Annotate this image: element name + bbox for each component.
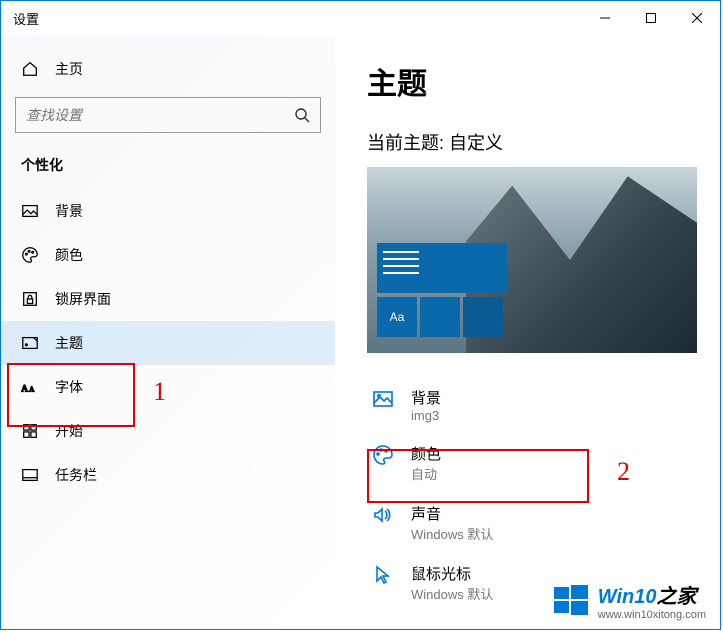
option-value: Windows 默认 xyxy=(411,524,493,543)
image-icon xyxy=(21,202,39,220)
maximize-button[interactable] xyxy=(628,1,674,35)
font-icon: AA xyxy=(21,378,39,396)
body: 主页 个性化 背景 颜色 xyxy=(1,35,720,629)
minimize-button[interactable] xyxy=(582,1,628,35)
content-area: 主题 当前主题: 自定义 Aa xyxy=(335,35,720,629)
preview-tile-aa: Aa xyxy=(377,297,417,337)
sidebar-item-colors[interactable]: 颜色 xyxy=(1,233,335,277)
current-theme-label: 当前主题: 自定义 xyxy=(367,129,720,155)
option-value: 自动 xyxy=(411,464,441,483)
watermark: Win10之家 www.win10xitong.com xyxy=(552,580,706,621)
settings-window: 设置 主页 xyxy=(0,0,721,630)
palette-icon xyxy=(21,246,39,264)
sidebar: 主页 个性化 背景 颜色 xyxy=(1,35,335,629)
nav-label: 主题 xyxy=(55,333,83,353)
sidebar-item-start[interactable]: 开始 xyxy=(1,409,335,453)
windows-logo-icon xyxy=(552,582,590,620)
nav-label: 锁屏界面 xyxy=(55,289,111,309)
nav-label: 开始 xyxy=(55,421,83,441)
taskbar-icon xyxy=(21,466,39,484)
theme-option-color[interactable]: 颜色 自动 xyxy=(367,433,677,493)
theme-preview[interactable]: Aa xyxy=(367,167,697,353)
option-label: 声音 xyxy=(411,503,493,524)
window-controls xyxy=(582,1,720,35)
search-box[interactable] xyxy=(15,97,321,133)
home-link[interactable]: 主页 xyxy=(1,49,335,89)
sidebar-item-background[interactable]: 背景 xyxy=(1,189,335,233)
nav-label: 背景 xyxy=(55,201,83,221)
titlebar: 设置 xyxy=(1,1,720,35)
close-button[interactable] xyxy=(674,1,720,35)
nav-label: 字体 xyxy=(55,377,83,397)
cursor-icon xyxy=(371,563,395,587)
start-icon xyxy=(21,422,39,440)
option-label: 鼠标光标 xyxy=(411,563,493,584)
svg-text:A: A xyxy=(21,384,29,395)
sidebar-item-fonts[interactable]: AA 字体 xyxy=(1,365,335,409)
nav-label: 颜色 xyxy=(55,245,83,265)
theme-option-sound[interactable]: 声音 Windows 默认 xyxy=(367,493,677,553)
theme-option-background[interactable]: 背景 img3 xyxy=(367,377,677,433)
preview-start-menu: Aa xyxy=(377,243,507,343)
lockscreen-icon xyxy=(21,290,39,308)
image-icon xyxy=(371,387,395,411)
sidebar-item-taskbar[interactable]: 任务栏 xyxy=(1,453,335,497)
home-icon xyxy=(21,60,39,78)
sidebar-item-themes[interactable]: 主题 xyxy=(1,321,335,365)
search-input[interactable] xyxy=(26,107,294,123)
window-title: 设置 xyxy=(1,9,39,28)
annotation-number-1: 1 xyxy=(153,377,166,407)
preview-tile-grid xyxy=(420,297,460,337)
home-label: 主页 xyxy=(55,59,83,79)
sidebar-item-lockscreen[interactable]: 锁屏界面 xyxy=(1,277,335,321)
svg-text:A: A xyxy=(29,386,35,394)
watermark-url: www.win10xitong.com xyxy=(598,609,706,621)
page-title: 主题 xyxy=(367,59,720,103)
option-label: 颜色 xyxy=(411,443,441,464)
nav-label: 任务栏 xyxy=(55,465,97,485)
theme-icon xyxy=(21,334,39,352)
palette-icon xyxy=(371,443,395,467)
watermark-brand: Win10之家 xyxy=(598,580,706,609)
annotation-number-2: 2 xyxy=(617,457,630,487)
option-label: 背景 xyxy=(411,387,441,408)
option-value: Windows 默认 xyxy=(411,584,493,603)
section-label: 个性化 xyxy=(1,151,335,189)
option-value: img3 xyxy=(411,408,441,423)
search-icon xyxy=(294,107,310,123)
sound-icon xyxy=(371,503,395,527)
